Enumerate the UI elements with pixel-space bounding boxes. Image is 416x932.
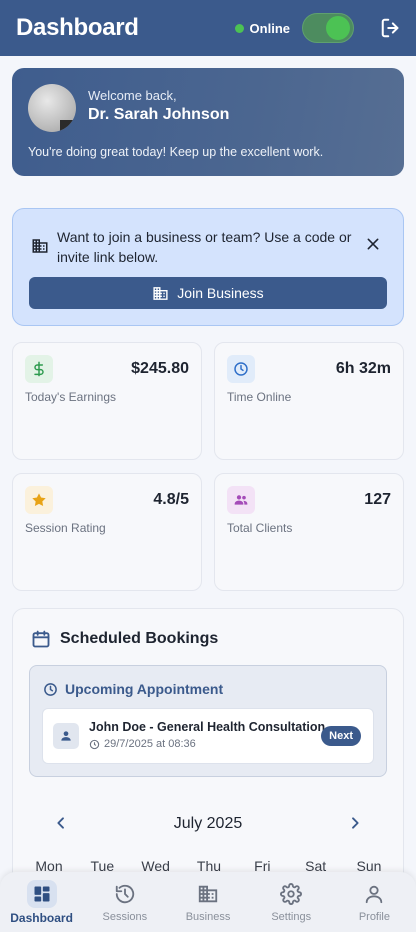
stat-label: Time Online <box>227 390 292 404</box>
online-dot <box>234 23 244 33</box>
bookings-title: Scheduled Bookings <box>60 630 219 647</box>
history-icon <box>110 880 140 908</box>
stat-value: 4.8/5 <box>153 491 189 508</box>
stat-card-total-clients[interactable]: 127 Total Clients <box>214 473 404 591</box>
welcome-message: You're doing great today! Keep up the ex… <box>28 145 324 159</box>
stat-value: 127 <box>364 491 391 508</box>
nav-label: Business <box>185 911 231 923</box>
join-business-banner: Want to join a business or team? Use a c… <box>12 208 404 326</box>
nav-item-sessions[interactable]: Sessions <box>83 872 166 932</box>
people-icon <box>227 486 255 514</box>
online-toggle[interactable] <box>302 13 354 43</box>
welcome-card: Welcome back, Dr. Sarah Johnson You're d… <box>12 68 404 176</box>
building-icon <box>32 239 48 253</box>
bottom-navigation: Dashboard Sessions Business Settings Pro… <box>0 872 416 932</box>
stat-card-session-rating[interactable]: 4.8/5 Session Rating <box>12 473 202 591</box>
next-badge: Next <box>321 726 361 746</box>
clock-icon <box>89 739 100 749</box>
stat-card-earnings[interactable]: $245.80 Today's Earnings <box>12 342 202 460</box>
building-icon <box>153 286 168 300</box>
upcoming-header: Upcoming Appointment <box>43 681 223 697</box>
appointment-title: John Doe - General Health Consultation <box>89 720 326 734</box>
nav-item-profile[interactable]: Profile <box>333 872 416 932</box>
nav-item-business[interactable]: Business <box>166 872 249 932</box>
welcome-greeting: Welcome back, <box>88 88 177 103</box>
logout-icon[interactable] <box>380 17 402 39</box>
calendar-month: July 2025 <box>173 815 243 832</box>
close-icon[interactable] <box>365 236 381 252</box>
nav-label: Settings <box>271 911 312 923</box>
clock-icon <box>227 355 255 383</box>
stat-value: 6h 32m <box>335 360 391 377</box>
nav-label: Dashboard <box>10 911 73 925</box>
avatar[interactable] <box>28 84 76 132</box>
dollar-icon <box>25 355 53 383</box>
dashboard-icon <box>26 880 57 908</box>
person-icon <box>53 723 79 749</box>
online-toggle-knob <box>326 16 350 40</box>
appointment-datetime: 29/7/2025 at 08:36 <box>89 738 196 750</box>
nav-label: Profile <box>358 911 390 923</box>
calendar-icon <box>32 630 50 648</box>
online-status: Online <box>234 13 354 43</box>
stat-label: Session Rating <box>25 521 106 535</box>
nav-label: Sessions <box>102 911 148 923</box>
join-business-text: Want to join a business or team? Use a c… <box>57 229 352 265</box>
join-business-button[interactable]: Join Business <box>29 277 387 309</box>
app-bar: Dashboard Online <box>0 0 416 56</box>
online-status-label: Online <box>249 20 290 36</box>
stat-value: $245.80 <box>131 360 189 377</box>
nav-item-settings[interactable]: Settings <box>250 872 333 932</box>
chevron-right-icon[interactable] <box>347 815 363 831</box>
bookings-header: Scheduled Bookings <box>31 629 218 649</box>
business-icon <box>193 880 223 908</box>
scheduled-bookings-card: Scheduled Bookings Upcoming Appointment … <box>12 608 404 888</box>
upcoming-appointment-panel: Upcoming Appointment John Doe - General … <box>29 665 387 777</box>
stat-label: Today's Earnings <box>25 390 117 404</box>
appointment-datetime-text: 29/7/2025 at 08:36 <box>104 738 196 750</box>
page-title: Dashboard <box>16 14 139 41</box>
gear-icon <box>276 880 306 908</box>
clock-icon <box>44 682 57 696</box>
join-business-button-label: Join Business <box>177 285 264 301</box>
star-icon <box>25 486 53 514</box>
person-icon <box>359 880 389 908</box>
welcome-name: Dr. Sarah Johnson <box>88 106 230 123</box>
nav-item-dashboard[interactable]: Dashboard <box>0 872 83 932</box>
appointment-item[interactable]: John Doe - General Health Consultation 2… <box>42 708 374 764</box>
stat-label: Total Clients <box>227 521 293 535</box>
avatar-photo-detail <box>60 120 76 132</box>
upcoming-title: Upcoming Appointment <box>65 681 224 697</box>
stat-card-time-online[interactable]: 6h 32m Time Online <box>214 342 404 460</box>
